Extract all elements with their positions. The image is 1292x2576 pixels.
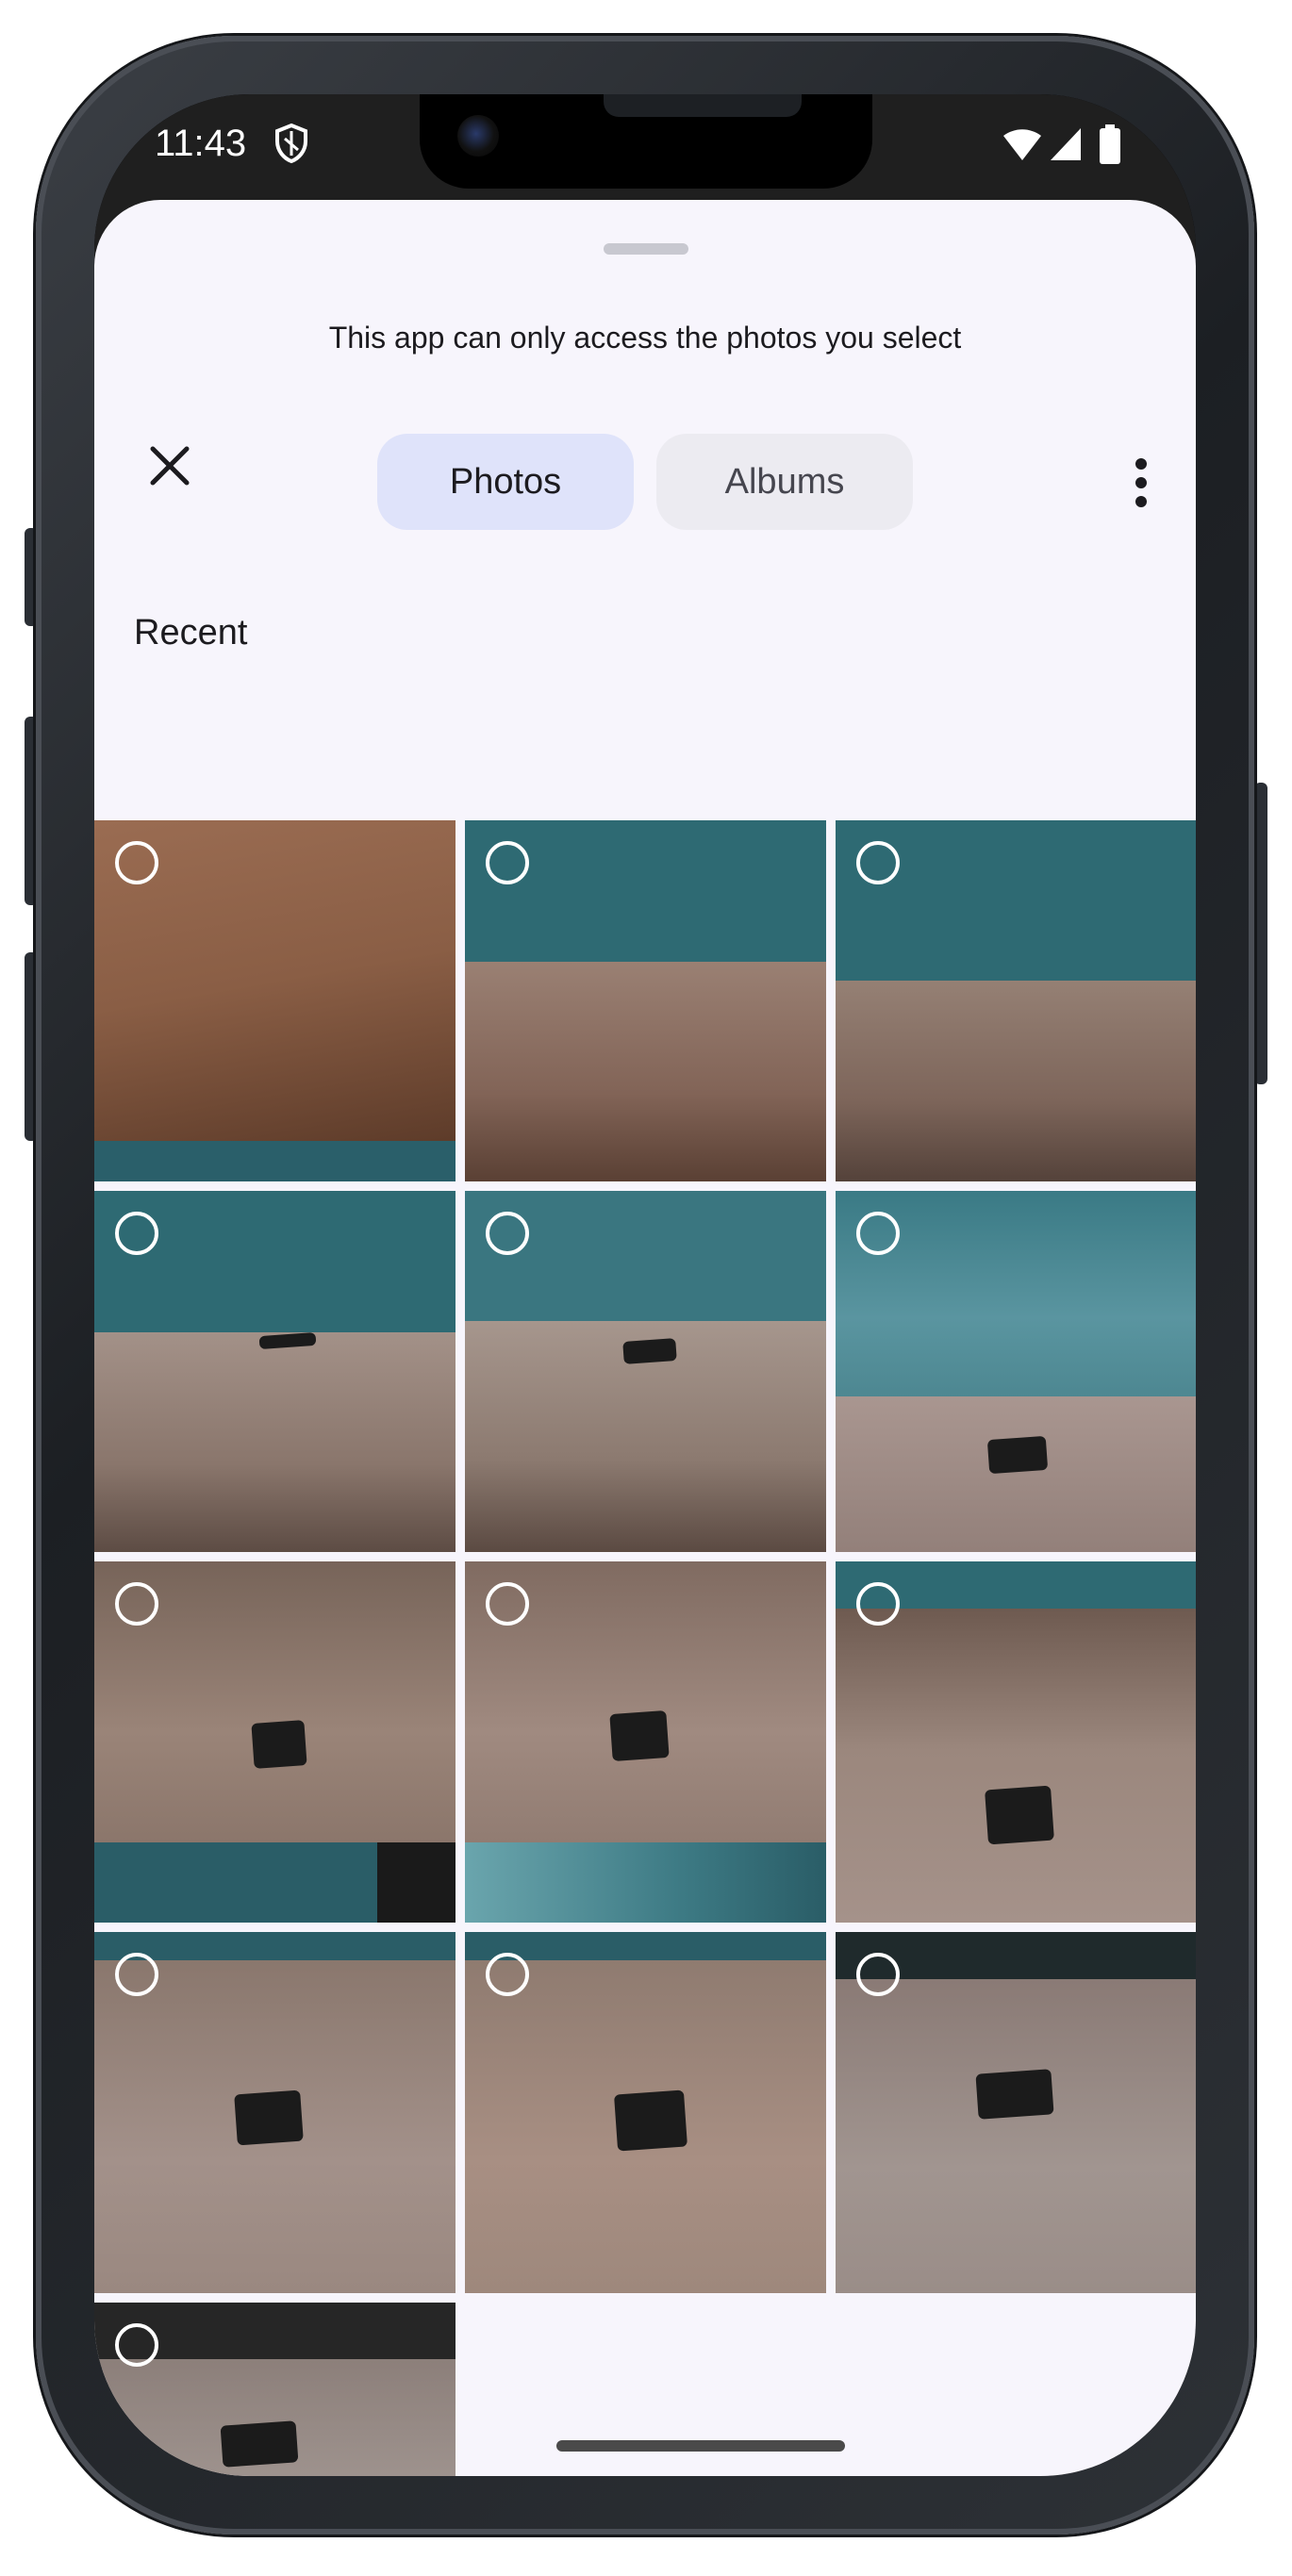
phone-frame: 11:43 This app can only access the photo…	[36, 36, 1254, 2535]
tab-albums-label: Albums	[724, 461, 845, 502]
screen: 11:43 This app can only access the photo…	[94, 94, 1196, 2476]
select-circle[interactable]	[115, 1953, 158, 1996]
photo-thumbnail[interactable]	[836, 820, 1196, 1181]
photo-thumbnail[interactable]	[94, 1561, 456, 1923]
photo-thumbnail[interactable]	[836, 1191, 1196, 1552]
photo-thumbnail[interactable]	[94, 1932, 456, 2293]
photo-thumbnail[interactable]	[465, 1191, 826, 1552]
select-circle[interactable]	[115, 1212, 158, 1255]
photo-thumbnail[interactable]	[94, 2303, 456, 2476]
tab-photos[interactable]: Photos	[377, 434, 634, 530]
phone-bezel: 11:43 This app can only access the photo…	[94, 94, 1196, 2476]
tab-albums[interactable]: Albums	[656, 434, 913, 530]
home-indicator[interactable]	[556, 2440, 845, 2452]
select-circle[interactable]	[115, 2323, 158, 2367]
select-circle[interactable]	[856, 841, 900, 884]
photo-thumbnail[interactable]	[94, 1191, 456, 1552]
signal-icon	[1051, 128, 1081, 160]
select-circle[interactable]	[856, 1953, 900, 1996]
tab-photos-label: Photos	[449, 461, 562, 502]
select-circle[interactable]	[115, 1582, 158, 1626]
photo-thumbnail[interactable]	[836, 1932, 1196, 2293]
select-circle[interactable]	[486, 1953, 529, 1996]
shield-icon	[275, 123, 307, 164]
photo-thumbnail[interactable]	[465, 1932, 826, 2293]
front-camera	[457, 115, 499, 157]
photo-picker-sheet: This app can only access the photos you …	[94, 200, 1196, 2476]
close-button[interactable]	[141, 438, 198, 494]
power-button	[1254, 783, 1267, 1084]
status-time: 11:43	[155, 123, 247, 164]
photo-thumbnail[interactable]	[465, 820, 826, 1181]
select-circle[interactable]	[486, 841, 529, 884]
drag-handle[interactable]	[604, 243, 688, 255]
earpiece-speaker	[604, 94, 802, 117]
photo-thumbnail[interactable]	[465, 1561, 826, 1923]
photo-thumbnail[interactable]	[94, 820, 456, 1181]
battery-icon	[1100, 124, 1120, 164]
select-circle[interactable]	[486, 1212, 529, 1255]
photo-thumbnail[interactable]	[836, 1561, 1196, 1923]
access-notice: This app can only access the photos you …	[328, 321, 962, 355]
section-title-recent: Recent	[134, 613, 248, 652]
more-vert-icon	[1135, 458, 1147, 507]
close-icon	[150, 446, 190, 486]
wifi-icon	[1003, 129, 1041, 160]
select-circle[interactable]	[115, 841, 158, 884]
select-circle[interactable]	[856, 1212, 900, 1255]
select-circle[interactable]	[486, 1582, 529, 1626]
photo-grid	[94, 820, 1196, 2476]
more-options-button[interactable]	[1113, 436, 1169, 530]
select-circle[interactable]	[856, 1582, 900, 1626]
